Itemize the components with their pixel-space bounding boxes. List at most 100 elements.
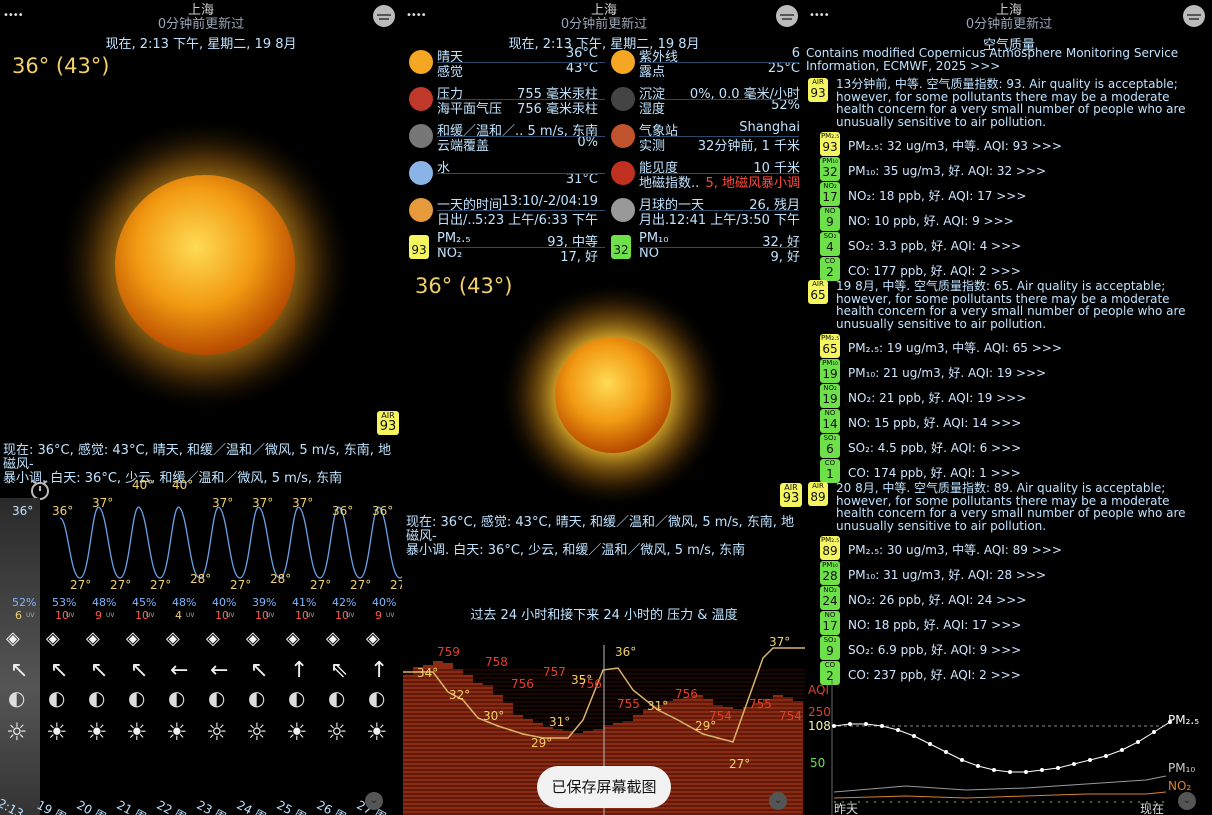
pollutant-badge: CO 2: [820, 257, 840, 281]
y-tick-label: 250: [808, 705, 831, 719]
update-status: 0分钟前更新过: [965, 17, 1053, 32]
air-quality-panel: •••• 上海 0分钟前更新过 空气质量 Contains modified C…: [806, 0, 1212, 815]
pollutant-link[interactable]: SO₂: 6.9 ppb, 好. AQI: 9 >>>: [848, 641, 1021, 658]
update-status: 0分钟前更新过: [560, 17, 648, 32]
pollutant-link[interactable]: PM₂.₅: 19 ug/m3, 中等. AQI: 65 >>>: [848, 339, 1062, 356]
temperature-label: 37°: [769, 635, 790, 649]
moon-phase-icon: ◐: [8, 686, 26, 710]
weather-details-panel: •••• 上海 0分钟前更新过 现在, 2:13 下午, 星期二, 19 8月 …: [403, 0, 805, 815]
pm25-point: [992, 768, 996, 772]
detail-value: 6: [791, 46, 800, 61]
row-divider: [437, 136, 605, 137]
settings-cloud-icon[interactable]: [1182, 4, 1206, 28]
air-quality-badge[interactable]: AIR 93: [377, 411, 399, 435]
pollutant-link[interactable]: SO₂: 4.5 ppb, 好. AQI: 6 >>>: [848, 439, 1021, 456]
forecast-low-temp: 27°: [110, 578, 132, 592]
detail-label: PM₂.₅: [437, 231, 471, 246]
scroll-down-button[interactable]: ⌄: [1178, 792, 1196, 810]
series-label: PM₁₀: [1168, 761, 1195, 775]
details-row[interactable]: 水 31°C 能见度 10 千米 地磁指数.. 5, 地磁风暴小调: [403, 157, 805, 193]
current-datetime: 现在, 2:13 下午, 星期二, 19 8月: [105, 37, 297, 52]
row-divider: [639, 62, 799, 63]
geomagnetic-eye-icon: ◈: [46, 628, 60, 649]
wind-direction-arrow-icon: ⇖: [330, 658, 349, 683]
pm25-series-line: [833, 721, 1171, 773]
detail-label: NO: [639, 246, 659, 261]
pressure-bar: [473, 683, 483, 815]
uv-suffix: UV: [106, 612, 115, 619]
geomagnetic-eye-icon: ◈: [286, 628, 300, 649]
detail-value: 5:23 上午/6:33 下午: [474, 213, 598, 228]
details-row[interactable]: 一天的时间 13:10/-2/04:19 日出/.. 5:23 上午/6:33 下午月…: [403, 194, 805, 230]
pollutant-link[interactable]: SO₂: 3.3 ppb, 好. AQI: 4 >>>: [848, 237, 1021, 254]
geomagnetic-eye-icon: ◈: [366, 628, 380, 649]
weather-station-icon: [611, 124, 635, 148]
uv-suffix: UV: [186, 612, 195, 619]
pollutant-link[interactable]: PM₂.₅: 30 ug/m3, 中等. AQI: 89 >>>: [848, 541, 1062, 558]
wind-direction-arrow-icon: ↖: [10, 658, 29, 683]
copernicus-source-link[interactable]: Contains modified Copernicus Atmosphere …: [806, 47, 1210, 72]
details-row[interactable]: 和缓／温和／.. 5 m/s, 东南 云端覆盖 0% 气象站 Shanghai 实测 32分钟…: [403, 120, 805, 156]
aqi-badge: AIR 89: [808, 482, 828, 506]
detail-label: NO₂: [437, 246, 463, 261]
uv-suffix: UV: [226, 612, 235, 619]
pm25-point: [1008, 770, 1012, 774]
settings-cloud-icon[interactable]: [372, 4, 396, 28]
details-row[interactable]: 93 32 PM₂.₅ 93, 中等 NO₂ 17, 好 PM₁₀ 32, 好 NO 9, 好: [403, 231, 805, 267]
detail-label: PM₁₀: [639, 231, 669, 246]
scroll-down-button[interactable]: ⌄: [769, 792, 787, 810]
pollutant-link[interactable]: NO: 18 ppb, 好. AQI: 17 >>>: [848, 616, 1021, 633]
sun-cloud-icon: ☀: [86, 718, 108, 746]
settings-cloud-icon[interactable]: [775, 4, 799, 28]
pollutant-link[interactable]: NO₂: 21 ppb, 好. AQI: 19 >>>: [848, 389, 1026, 406]
row-divider: [639, 247, 799, 248]
moon-phase-icon: ◐: [208, 686, 226, 710]
pressure-label: 759: [437, 645, 460, 659]
pollutant-link[interactable]: PM₂.₅: 32 ug/m3, 中等. AQI: 93 >>>: [848, 137, 1062, 154]
forecast-high-temp: 37°: [292, 496, 314, 510]
series-label: NO₂: [1168, 779, 1191, 793]
pm25-point: [832, 724, 836, 728]
pm10-badge: 32: [611, 235, 631, 259]
screenshot-saved-toast: 已保存屏幕截图: [537, 766, 671, 808]
sun-icon: ☼: [6, 718, 28, 746]
pm25-point: [1152, 730, 1156, 734]
x-end-label: 现在: [1140, 802, 1164, 815]
pm25-point: [1024, 770, 1028, 774]
details-row[interactable]: 压力 755 毫米汞柱 海平面气压 756 毫米汞柱 沉淀 0%, 0.0 毫米/小时 湿度…: [403, 83, 805, 119]
forecast-high-temp: 37°: [212, 496, 234, 510]
pollutant-link[interactable]: NO: 15 ppb, 好. AQI: 14 >>>: [848, 414, 1021, 431]
pollutant-link[interactable]: CO: 177 ppb, 好. AQI: 2 >>>: [848, 262, 1021, 279]
moon-phase-icon: [611, 198, 635, 222]
forecast-day-label[interactable]: 23 周: [190, 796, 229, 815]
pollutant-link[interactable]: PM₁₀: 35 ug/m3, 好. AQI: 32 >>>: [848, 162, 1046, 179]
forecast-uv-index: 6: [15, 609, 22, 622]
pollutant-link[interactable]: NO₂: 18 ppb, 好. AQI: 17 >>>: [848, 187, 1026, 204]
sun-icon: [409, 50, 433, 74]
pollutant-link[interactable]: NO: 10 ppb, 好. AQI: 9 >>>: [848, 212, 1014, 229]
pm25-badge: 93: [409, 235, 429, 259]
details-row[interactable]: 晴天 36°C 感觉 43°C 紫外线 6 露点 25°C: [403, 46, 805, 82]
scroll-down-button[interactable]: ⌄: [365, 792, 383, 810]
aqi-description[interactable]: 13分钟前, 中等. 空气质量指数: 93. Air quality is ac…: [836, 78, 1208, 128]
pollutant-link[interactable]: NO₂: 26 ppb, 好. AQI: 24 >>>: [848, 591, 1026, 608]
detail-value: 5, 地磁风暴小调: [705, 176, 800, 191]
aqi-description[interactable]: 20 8月, 中等. 空气质量指数: 89. Air quality is ac…: [836, 482, 1208, 532]
forecast-day-label[interactable]: 26 周: [310, 796, 349, 815]
daily-forecast[interactable]: 36° 36° 37° 40° 40° 37° 37° 37° 36° 36° 27° 27° 27°…: [0, 478, 402, 815]
forecast-day-label[interactable]: 25 周: [270, 796, 309, 815]
pressure-label: 757: [543, 665, 566, 679]
pollutant-link[interactable]: PM₁₀: 21 ug/m3, 好. AQI: 19 >>>: [848, 364, 1046, 381]
detail-value: 32分钟前, 1 千米: [697, 139, 800, 154]
air-quality-badge[interactable]: AIR 93: [780, 483, 802, 507]
pollutant-link[interactable]: PM₁₀: 31 ug/m3, 好. AQI: 28 >>>: [848, 566, 1046, 583]
pressure-label: 755: [749, 697, 772, 711]
aqi-description[interactable]: 19 8月, 中等. 空气质量指数: 65. Air quality is ac…: [836, 280, 1208, 330]
detail-value: 31°C: [565, 172, 598, 187]
temperature-label: 35°: [571, 673, 592, 687]
pollutant-link[interactable]: CO: 174 ppb, 好. AQI: 1 >>>: [848, 464, 1021, 481]
detail-value: 13:10/-2/04:19: [501, 194, 598, 209]
pressure-bar: [693, 695, 703, 815]
forecast-high-temp: 37°: [252, 496, 274, 510]
forecast-day-label[interactable]: 20 周: [70, 796, 109, 815]
